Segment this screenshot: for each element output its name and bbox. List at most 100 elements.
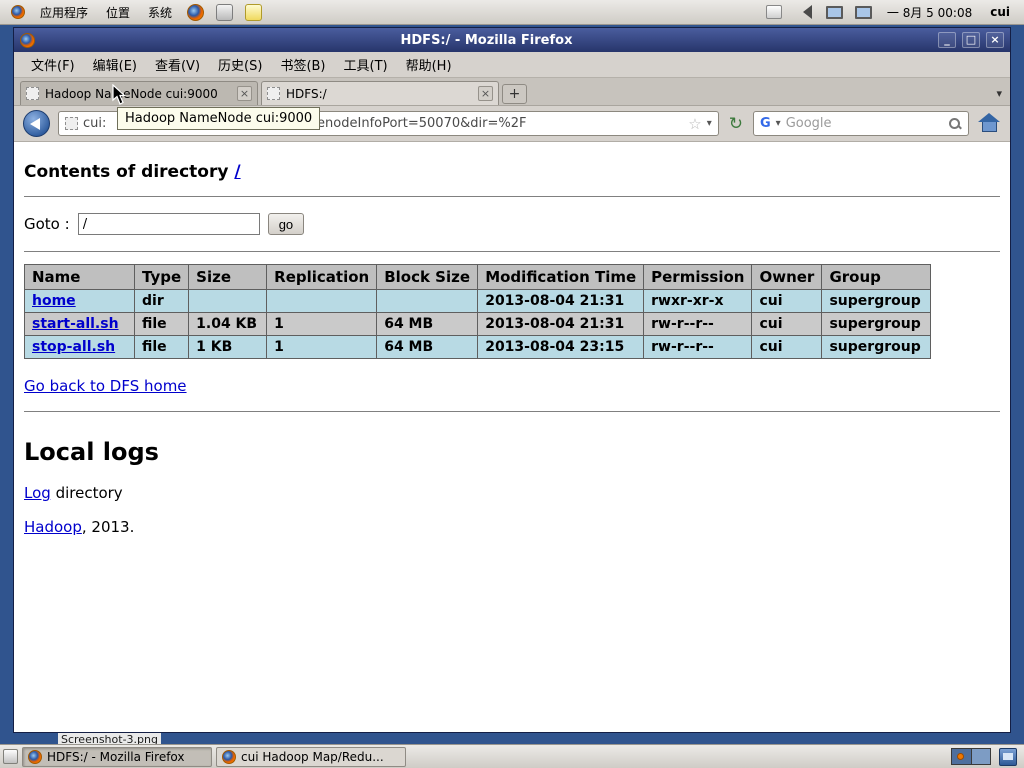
menu-view[interactable]: 查看(V) [146, 51, 209, 78]
page-title: Contents of directory / [24, 162, 241, 182]
menu-file[interactable]: 文件(F) [22, 51, 84, 78]
taskbar-window-hadoop-map[interactable]: cui Hadoop Map/Redu... [216, 746, 406, 767]
google-engine-icon[interactable]: G [760, 116, 771, 131]
tab-label: Hadoop NameNode cui:9000 [45, 86, 218, 101]
col-group: Group [821, 264, 932, 290]
divider [24, 411, 1000, 412]
display-icon[interactable] [825, 5, 843, 19]
col-modification-time: Modification Time [477, 264, 645, 290]
clock[interactable]: 一 8月 5 00:08 [887, 4, 972, 21]
hadoop-link[interactable]: Hadoop [24, 518, 82, 536]
goto-label: Goto : [24, 215, 70, 233]
screenshot-launcher-icon[interactable] [216, 3, 234, 21]
window-title: HDFS:/ - Mozilla Firefox [400, 32, 573, 48]
home-button[interactable] [977, 112, 1001, 135]
url-text-prefix: cui: [83, 116, 107, 131]
col-type: Type [133, 264, 190, 290]
menu-tools[interactable]: 工具(T) [335, 51, 397, 78]
top-panel: 应用程序 位置 系统 一 8月 5 00:08 cui [0, 0, 1024, 25]
search-box[interactable]: G ▾ [753, 111, 969, 136]
home-icon [978, 112, 1000, 122]
mouse-cursor [112, 84, 127, 105]
menu-bookmarks[interactable]: 书签(B) [271, 51, 334, 78]
url-text-suffix: menodeInfoPort=50070&dir=%2F [304, 116, 527, 131]
bookmark-star-icon[interactable]: ☆ [688, 115, 701, 133]
col-owner: Owner [751, 264, 823, 290]
local-logs-heading: Local logs [24, 438, 159, 466]
new-tab-button[interactable]: + [502, 84, 527, 104]
divider [24, 196, 1000, 197]
col-block-size: Block Size [376, 264, 479, 290]
volume-icon[interactable] [796, 5, 812, 19]
panel-applet-icon[interactable] [999, 747, 1017, 766]
file-link-home[interactable]: home [32, 293, 76, 309]
tab-hdfs-root[interactable]: HDFS:/ × [261, 81, 499, 105]
search-input[interactable] [785, 116, 943, 131]
menu-help[interactable]: 帮助(H) [397, 51, 461, 78]
workspace-window-dot [957, 753, 964, 760]
dfs-home-link[interactable]: Go back to DFS home [24, 377, 187, 395]
table-row: home dir 2013-08-04 21:31 rwxr-xr-x cui … [24, 289, 932, 313]
reload-icon[interactable]: ↻ [727, 114, 745, 134]
back-button[interactable] [23, 110, 50, 137]
maximize-button[interactable]: □ [962, 32, 980, 48]
file-link-start-all[interactable]: start-all.sh [32, 316, 119, 332]
menu-edit[interactable]: 编辑(E) [84, 51, 146, 78]
firefox-window-icon [20, 32, 35, 48]
browser-menubar: 文件(F) 编辑(E) 查看(V) 历史(S) 书签(B) 工具(T) 帮助(H… [14, 52, 1010, 78]
tab-close-icon[interactable]: × [478, 86, 493, 101]
firefox-launcher-icon[interactable] [187, 3, 205, 21]
workspace-2[interactable] [971, 749, 990, 764]
close-button[interactable]: × [986, 32, 1004, 48]
workspace-1[interactable] [952, 749, 971, 764]
file-link-stop-all[interactable]: stop-all.sh [32, 339, 115, 355]
taskbar-window-firefox[interactable]: HDFS:/ - Mozilla Firefox [22, 746, 212, 767]
menu-history[interactable]: 历史(S) [209, 51, 271, 78]
tab-bar: Hadoop NameNode cui:9000 × HDFS:/ × + ▾ [14, 78, 1010, 106]
show-desktop-icon[interactable] [3, 749, 18, 764]
url-dropdown-icon[interactable]: ▾ [707, 118, 712, 129]
text-editor-launcher-icon[interactable] [245, 3, 263, 21]
tab-tooltip: Hadoop NameNode cui:9000 [117, 107, 321, 130]
bottom-taskbar: HDFS:/ - Mozilla Firefox cui Hadoop Map/… [0, 744, 1024, 768]
user-switcher[interactable]: cui [990, 5, 1010, 19]
firefox-task-icon [222, 749, 236, 764]
log-directory-text: directory [50, 484, 123, 502]
tab-hadoop-namenode[interactable]: Hadoop NameNode cui:9000 × [20, 81, 258, 105]
applications-menu-icon [11, 5, 25, 19]
applications-menu[interactable]: 应用程序 [32, 1, 96, 24]
tab-label: HDFS:/ [286, 86, 327, 101]
window-titlebar[interactable]: HDFS:/ - Mozilla Firefox _ □ × [14, 28, 1010, 52]
removable-media-icon[interactable] [765, 5, 782, 19]
col-size: Size [188, 264, 268, 290]
divider [24, 251, 1000, 252]
minimize-button[interactable]: _ [938, 32, 956, 48]
tab-list-dropdown-icon[interactable]: ▾ [996, 87, 1002, 100]
search-engine-dropdown-icon[interactable]: ▾ [776, 118, 781, 129]
tab-favicon [267, 87, 280, 100]
col-name: Name [24, 264, 135, 290]
workspace-switcher[interactable] [951, 748, 991, 765]
back-arrow-icon [30, 118, 40, 130]
col-replication: Replication [266, 264, 378, 290]
system-menu[interactable]: 系统 [140, 1, 180, 24]
tab-close-icon[interactable]: × [237, 86, 252, 101]
network-icon[interactable] [854, 5, 872, 19]
goto-row: Goto : go [24, 213, 1000, 235]
footer-text: , 2013. [81, 518, 135, 536]
table-row: start-all.sh file 1.04 KB 1 64 MB 2013-0… [24, 312, 932, 336]
firefox-task-icon [28, 749, 42, 764]
search-icon[interactable] [948, 117, 962, 131]
table-row: stop-all.sh file 1 KB 1 64 MB 2013-08-04… [24, 335, 932, 359]
go-button[interactable]: go [267, 213, 305, 235]
page-content: Contents of directory / Goto : go Name T… [14, 142, 1010, 732]
firefox-window: HDFS:/ - Mozilla Firefox _ □ × 文件(F) 编辑(… [13, 27, 1011, 733]
log-directory-link[interactable]: Log [24, 484, 51, 502]
root-directory-link[interactable]: / [234, 162, 240, 182]
directory-listing-table: Name Type Size Replication Block Size Mo… [24, 264, 932, 359]
table-header-row: Name Type Size Replication Block Size Mo… [24, 264, 932, 290]
goto-input[interactable] [77, 213, 260, 235]
places-menu[interactable]: 位置 [98, 1, 138, 24]
tab-favicon [26, 87, 39, 100]
page-favicon [65, 117, 78, 130]
